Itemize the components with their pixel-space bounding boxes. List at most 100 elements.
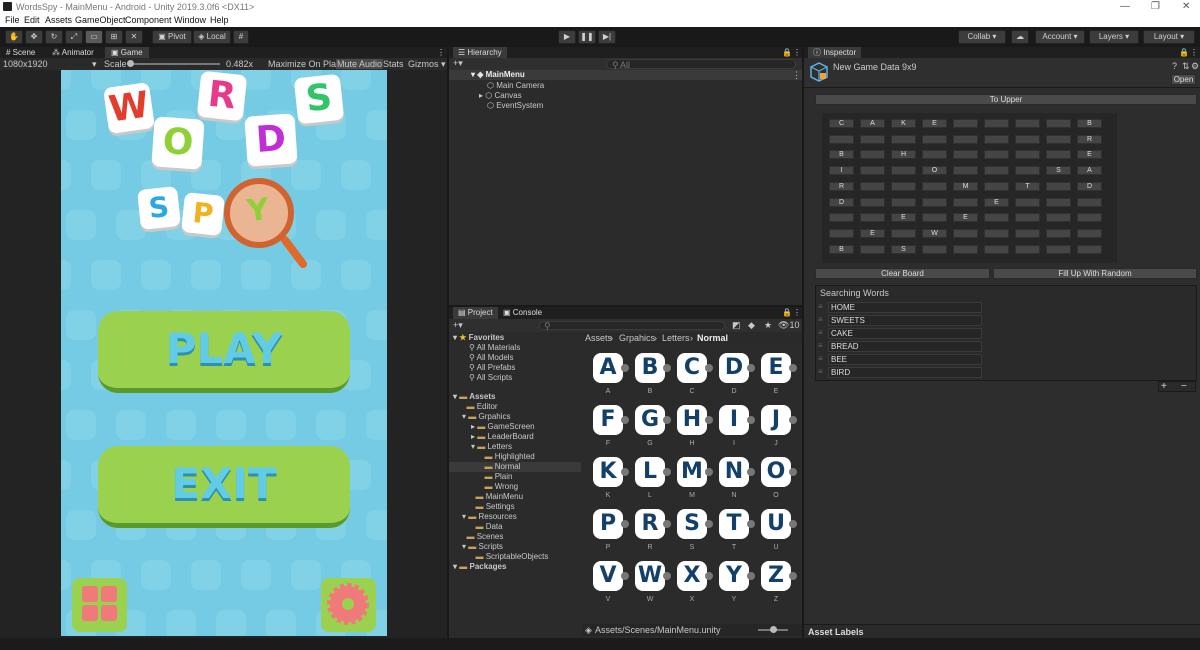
board-cell[interactable]: O	[922, 166, 947, 176]
board-cell[interactable]	[1046, 228, 1071, 238]
board-cell[interactable]	[1015, 119, 1040, 128]
settings-button[interactable]	[321, 578, 376, 632]
board-cell[interactable]	[891, 197, 916, 207]
board-cell[interactable]	[922, 244, 947, 254]
letter-sprite-asset[interactable]: BB	[635, 353, 671, 395]
board-cell[interactable]	[829, 134, 854, 144]
board-cell[interactable]	[1046, 119, 1071, 128]
folder-item[interactable]: ▾ ▬ Letters	[471, 442, 512, 451]
folder-item[interactable]: ▬ ScriptableObjects	[471, 552, 548, 561]
panel-menu-icon[interactable]: ⋮	[793, 307, 801, 319]
expand-sprite-icon[interactable]	[621, 364, 629, 372]
expand-sprite-icon[interactable]	[663, 520, 671, 528]
letter-sprite-asset[interactable]: MM	[677, 457, 713, 499]
board-cell[interactable]: D	[829, 197, 854, 207]
board-cell[interactable]: C	[829, 119, 854, 128]
settings-gear-icon[interactable]: ⚙	[1191, 61, 1199, 72]
letter-sprite-asset[interactable]: WW	[635, 561, 671, 603]
folder-item[interactable]: ▬ MainMenu	[471, 492, 523, 501]
create-dropdown-icon[interactable]: +▾	[453, 320, 463, 331]
expand-sprite-icon[interactable]	[747, 416, 755, 424]
favorites-header[interactable]: ▾ ★ Favorites	[453, 333, 504, 342]
board-cell[interactable]	[984, 181, 1009, 191]
scene-row[interactable]: ▾ ◈ MainMenu ⋮	[449, 70, 802, 80]
board-cell[interactable]: B	[1077, 119, 1102, 128]
expand-sprite-icon[interactable]	[705, 520, 713, 528]
board-cell[interactable]	[860, 244, 885, 254]
expand-sprite-icon[interactable]	[747, 364, 755, 372]
folder-item[interactable]: ▬ Plain	[480, 472, 512, 481]
lock-icon[interactable]: 🔒	[782, 307, 792, 319]
drag-handle-icon[interactable]: ≡	[818, 341, 823, 350]
board-cell[interactable]	[891, 228, 916, 238]
folder-item[interactable]: ▾ ▬ Scripts	[462, 542, 503, 551]
account-dropdown[interactable]: Account ▾	[1035, 30, 1085, 44]
board-cell[interactable]	[1046, 197, 1071, 207]
board-cell[interactable]	[829, 213, 854, 223]
board-cell[interactable]	[1015, 228, 1040, 238]
board-cell[interactable]	[922, 213, 947, 223]
board-cell[interactable]: E	[984, 197, 1009, 207]
letter-sprite-asset[interactable]: TT	[719, 509, 755, 551]
board-cell[interactable]	[1046, 181, 1071, 191]
layers-dropdown[interactable]: Layers ▾	[1089, 30, 1139, 44]
board-cell[interactable]	[860, 134, 885, 144]
remove-word-button[interactable]: −	[1181, 381, 1187, 392]
letter-sprite-asset[interactable]: VV	[593, 561, 629, 603]
board-cell[interactable]	[1015, 134, 1040, 144]
step-icon[interactable]: ▶|	[598, 30, 616, 44]
board-cell[interactable]	[1077, 228, 1102, 238]
create-dropdown-icon[interactable]: +▾	[453, 58, 463, 69]
expand-sprite-icon[interactable]	[621, 572, 629, 580]
board-cell[interactable]	[984, 119, 1009, 128]
menu-assets[interactable]: Assets	[45, 15, 72, 25]
board-cell[interactable]	[984, 244, 1009, 254]
word-field[interactable]: CAKE	[828, 328, 982, 339]
board-cell[interactable]: A	[860, 119, 885, 128]
menu-gameobject[interactable]: GameObject	[75, 15, 126, 25]
board-cell[interactable]	[953, 166, 978, 176]
letter-sprite-asset[interactable]: XX	[677, 561, 713, 603]
letter-sprite-asset[interactable]: DD	[719, 353, 755, 395]
expand-sprite-icon[interactable]	[747, 520, 755, 528]
folder-item[interactable]: ▬ Data	[471, 522, 502, 531]
board-cell[interactable]	[891, 166, 916, 176]
resolution-dropdown[interactable]: 1080x1920	[3, 59, 48, 69]
breadcrumb-current[interactable]: Normal	[697, 333, 728, 343]
menu-edit[interactable]: Edit	[24, 15, 40, 25]
letter-sprite-asset[interactable]: JJ	[761, 405, 797, 447]
drag-handle-icon[interactable]: ≡	[818, 354, 823, 363]
filter-label-icon[interactable]: ◆	[748, 320, 755, 331]
drag-handle-icon[interactable]: ≡	[818, 328, 823, 337]
board-cell[interactable]	[953, 134, 978, 144]
board-cell[interactable]	[984, 134, 1009, 144]
folder-item[interactable]: ▾ ▬ Resources	[462, 512, 517, 521]
letter-sprite-asset[interactable]: GG	[635, 405, 671, 447]
gizmos-dropdown[interactable]: Gizmos ▾	[408, 59, 446, 70]
board-cell[interactable]: I	[829, 166, 854, 176]
board-cell[interactable]: B	[829, 150, 854, 160]
board-cell[interactable]: R	[1077, 134, 1102, 144]
folder-item[interactable]: ▬ Wrong	[480, 482, 518, 491]
expand-sprite-icon[interactable]	[705, 468, 713, 476]
board-cell[interactable]: S	[1046, 166, 1071, 176]
board-cell[interactable]	[1015, 150, 1040, 160]
help-icon[interactable]: ?	[1172, 61, 1177, 71]
local-toggle[interactable]: ◈ Local	[193, 30, 231, 44]
expand-sprite-icon[interactable]	[663, 468, 671, 476]
breadcrumb-item[interactable]: Grpahics	[619, 333, 655, 343]
board-cell[interactable]	[922, 197, 947, 207]
letter-sprite-asset[interactable]: EE	[761, 353, 797, 395]
expand-sprite-icon[interactable]	[789, 364, 797, 372]
custom-tool-icon[interactable]: ✕	[125, 30, 143, 44]
scene-menu-icon[interactable]: ⋮	[792, 70, 801, 81]
rect-tool-icon[interactable]: ▭	[85, 30, 103, 44]
layout-dropdown[interactable]: Layout ▾	[1143, 30, 1195, 44]
menu-component[interactable]: Component	[125, 15, 172, 25]
board-cell[interactable]: E	[953, 213, 978, 223]
hierarchy-item[interactable]: ⬡ EventSystem	[487, 101, 543, 110]
letter-sprite-asset[interactable]: OO	[761, 457, 797, 499]
open-button[interactable]: Open	[1171, 74, 1196, 85]
letter-sprite-asset[interactable]: NN	[719, 457, 755, 499]
letter-sprite-asset[interactable]: II	[719, 405, 755, 447]
